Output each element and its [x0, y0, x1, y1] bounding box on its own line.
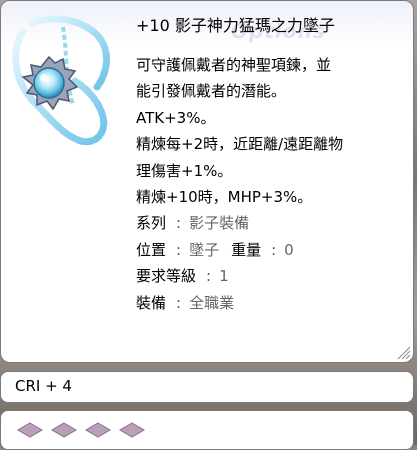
card-slot-icon[interactable] — [17, 422, 43, 438]
card-effect-panel: CRI + 4 — [0, 371, 414, 403]
pendant-icon — [12, 15, 110, 146]
weight-value: 0 — [284, 240, 294, 259]
desc-line: 能引發佩戴者的潛能。 — [136, 82, 287, 101]
card-effect-text: CRI + 4 — [15, 377, 72, 395]
equip-label: 裝備 — [136, 293, 167, 312]
level-value: 1 — [219, 267, 229, 286]
level-row: 要求等級 : 1 — [136, 263, 406, 289]
desc-line: 精煉每+2時，近距離/遠距離物 — [136, 135, 344, 154]
card-slot-icon[interactable] — [119, 422, 145, 438]
desc-line: 理傷害+1%。 — [136, 161, 233, 180]
card-slot-icon[interactable] — [85, 422, 111, 438]
card-slots-panel — [0, 410, 414, 450]
equip-row: 裝備 : 全職業 — [136, 290, 406, 316]
colon: : — [176, 240, 182, 259]
series-row: 系列 : 影子裝備 — [136, 210, 406, 236]
item-info-window[interactable]: Options +10 影子神力猛瑪之力墜子 可守護佩戴者的神聖項鍊，並 能引發… — [0, 0, 414, 363]
position-row: 位置 : 墜子 重量 : 0 — [136, 237, 406, 263]
card-slot-icon[interactable] — [51, 422, 77, 438]
weight-label: 重量 — [231, 240, 262, 259]
colon: : — [271, 240, 277, 259]
colon: : — [176, 293, 182, 312]
desc-line: 精煉+10時，MHP+3%。 — [136, 188, 313, 207]
position-value: 墜子 — [189, 240, 220, 259]
desc-line: 可守護佩戴者的神聖項鍊，並 — [136, 56, 332, 74]
colon: : — [176, 214, 182, 233]
level-label: 要求等級 — [136, 267, 197, 286]
item-title: +10 影子神力猛瑪之力墜子 — [136, 16, 335, 35]
item-description: 可守護佩戴者的神聖項鍊，並 能引發佩戴者的潛能。 ATK+3%。 精煉每+2時，… — [136, 52, 406, 316]
position-label: 位置 — [136, 240, 167, 259]
equip-value: 全職業 — [189, 293, 235, 312]
series-label: 系列 — [136, 214, 167, 233]
desc-line: ATK+3%。 — [136, 108, 216, 127]
resize-grip-icon[interactable] — [395, 344, 411, 360]
series-value: 影子裝備 — [189, 214, 250, 233]
colon: : — [206, 267, 212, 286]
